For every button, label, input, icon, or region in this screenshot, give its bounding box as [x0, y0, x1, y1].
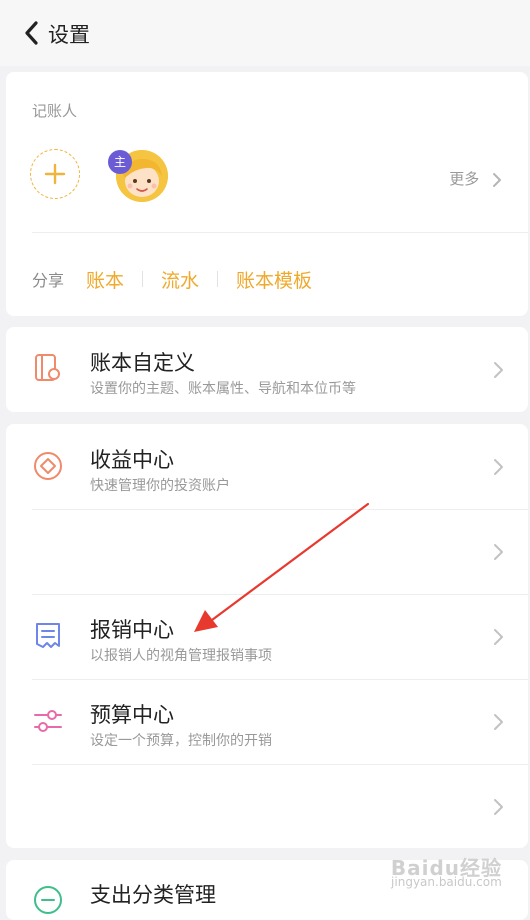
- watermark-url: jingyan.baidu.com: [391, 875, 502, 889]
- page-title: 设置: [48, 23, 90, 47]
- bookkeepers-card: 记账人 主 更多 分享 账本 流水 账本模板: [6, 72, 528, 316]
- plus-icon: [44, 163, 66, 185]
- divider: [142, 271, 144, 287]
- back-button[interactable]: [22, 20, 42, 46]
- share-row: 分享 账本 流水 账本模板: [32, 264, 312, 294]
- income-center-item[interactable]: 收益中心 快速管理你的投资账户: [6, 424, 528, 509]
- add-bookkeeper-button[interactable]: [30, 149, 80, 199]
- bookkeepers-label: 记账人: [32, 102, 78, 120]
- centers-card: 收益中心 快速管理你的投资账户 报销中心 以报销人的视角管理报销事项 预算中心: [6, 424, 528, 848]
- more-label: 更多: [449, 170, 480, 188]
- minus-circle-icon: [34, 886, 62, 914]
- watermark: Baidu经验 jingyan.baidu.com: [390, 856, 502, 889]
- share-label: 分享: [32, 271, 65, 290]
- divider: [32, 232, 528, 233]
- watermark-brand: Baidu经验: [390, 856, 502, 880]
- budget-center-item[interactable]: 预算中心 设定一个预算，控制你的开销: [6, 680, 528, 764]
- chevron-right-icon: [494, 799, 503, 815]
- reimbursement-center-item[interactable]: 报销中心 以报销人的视角管理报销事项: [6, 595, 528, 679]
- customize-ledger-item[interactable]: 账本自定义 设置你的主题、账本属性、导航和本位币等: [6, 327, 528, 412]
- share-ledger-link[interactable]: 账本: [86, 266, 124, 293]
- owner-badge: 主: [108, 150, 132, 174]
- reimbursement-center-title: 报销中心: [90, 618, 174, 642]
- diamond-icon: [34, 452, 62, 480]
- chevron-right-icon: [493, 172, 501, 187]
- divider: [217, 271, 219, 287]
- income-center-title: 收益中心: [90, 448, 174, 472]
- budget-center-subtitle: 设定一个预算，控制你的开销: [90, 733, 272, 749]
- chevron-right-icon: [494, 544, 503, 560]
- receipt-icon: [36, 623, 60, 648]
- bookkeeper-owner[interactable]: 主: [108, 150, 174, 206]
- customize-title: 账本自定义: [90, 351, 195, 375]
- chevron-right-icon: [494, 459, 503, 475]
- chevron-right-icon: [494, 362, 503, 378]
- sliders-icon: [34, 710, 62, 732]
- navigation-bar: 设置: [0, 0, 530, 66]
- share-transactions-link[interactable]: 流水: [161, 266, 199, 293]
- chevron-right-icon: [494, 629, 503, 645]
- more-bookkeepers-link[interactable]: 更多: [449, 168, 502, 189]
- customize-card: 账本自定义 设置你的主题、账本属性、导航和本位币等: [6, 327, 528, 412]
- share-template-link[interactable]: 账本模板: [236, 266, 312, 293]
- book-settings-icon: [35, 354, 60, 381]
- reimbursement-center-subtitle: 以报销人的视角管理报销事项: [90, 648, 272, 664]
- blank-center-item[interactable]: [6, 765, 528, 848]
- income-center-subtitle: 快速管理你的投资账户: [90, 478, 230, 494]
- chevron-left-icon: [25, 21, 38, 45]
- customize-subtitle: 设置你的主题、账本属性、导航和本位币等: [90, 381, 356, 397]
- budget-center-title: 预算中心: [90, 703, 174, 727]
- blank-center-item[interactable]: [6, 510, 528, 594]
- chevron-right-icon: [494, 714, 503, 730]
